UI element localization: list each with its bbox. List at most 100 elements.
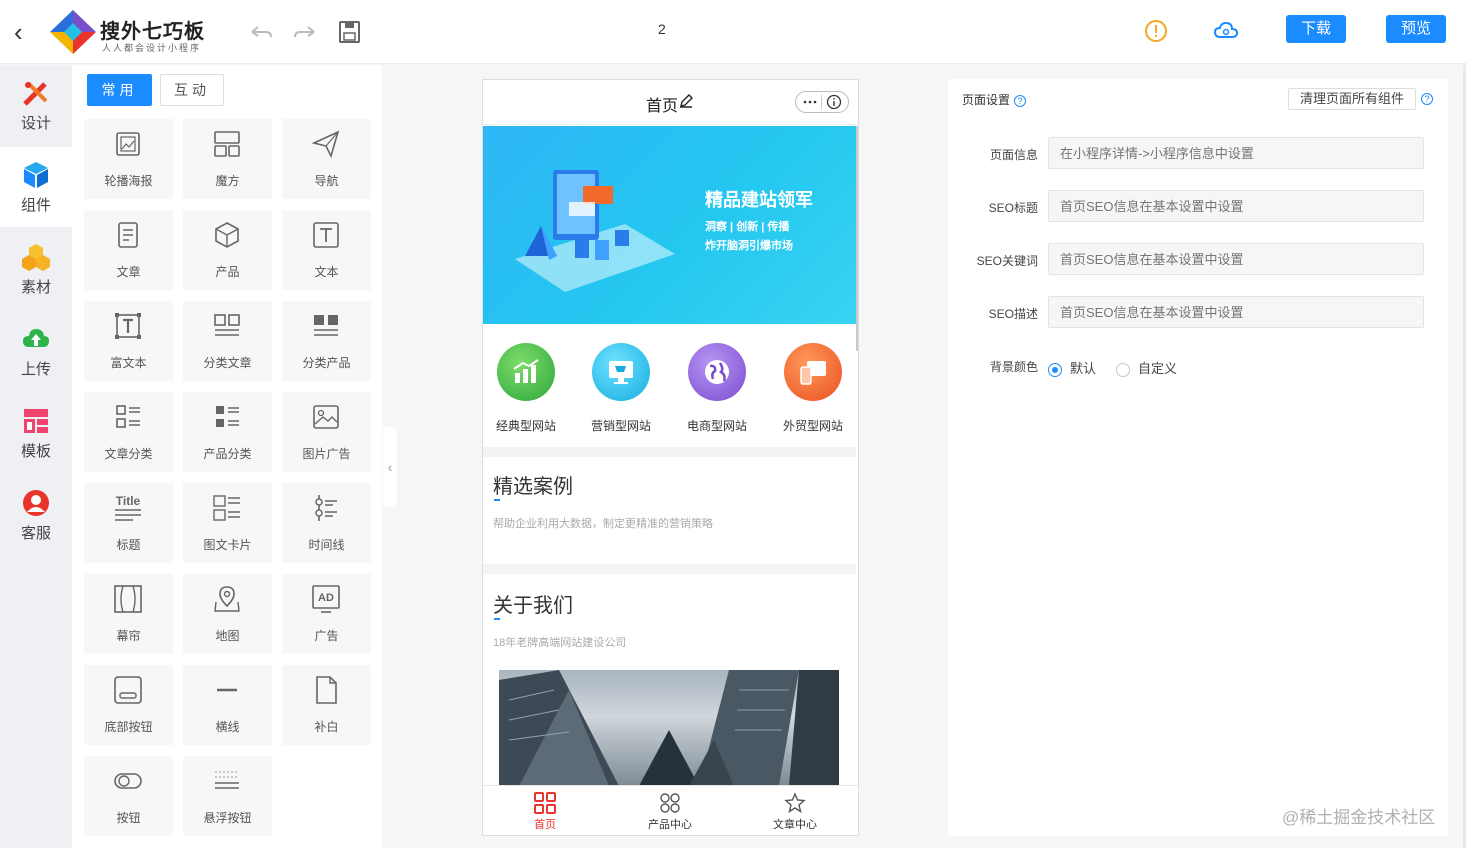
- seo-keywords-input[interactable]: [1048, 243, 1424, 275]
- component-image-text-card[interactable]: 图文卡片: [183, 483, 272, 563]
- warning-icon[interactable]: [1143, 18, 1169, 44]
- component-text[interactable]: 文本: [282, 210, 371, 290]
- page-info-input[interactable]: [1048, 137, 1424, 169]
- component-label: 产品分类: [203, 447, 252, 461]
- tab-home[interactable]: 首页: [505, 792, 585, 832]
- component-label: 底部按钮: [104, 720, 153, 734]
- component-category-product[interactable]: 分类产品: [282, 301, 371, 381]
- component-blank[interactable]: 补白: [282, 665, 371, 745]
- clear-all-components-button[interactable]: 清理页面所有组件: [1288, 88, 1416, 110]
- mini-program-capsule[interactable]: [795, 91, 849, 113]
- nav-label: 素材: [20, 279, 51, 296]
- rich-text-icon: [115, 313, 141, 339]
- component-cube[interactable]: 魔方: [183, 119, 272, 199]
- curtain-icon: [114, 585, 142, 613]
- component-label: 分类产品: [302, 356, 351, 370]
- banner-carousel[interactable]: 精品建站领军 洞察 | 创新 | 传播 炸开脑洞引爆市场: [483, 126, 856, 324]
- component-ad[interactable]: AD 广告: [282, 574, 371, 654]
- section-subtitle-about: 18年老牌高端网站建设公司: [493, 637, 627, 649]
- tab-interactive[interactable]: 互动: [160, 74, 224, 106]
- nav-item-upload[interactable]: 上传: [0, 311, 72, 391]
- tab-label: 产品中心: [648, 819, 692, 831]
- nav-item-component[interactable]: 组件: [0, 147, 72, 227]
- edit-icon[interactable]: [679, 94, 693, 108]
- component-toggle-button[interactable]: 按钮: [84, 756, 173, 836]
- nav-item-service[interactable]: 客服: [0, 475, 72, 555]
- component-category-article[interactable]: 分类文章: [183, 301, 272, 381]
- site-type-label: 营销型网站: [590, 419, 651, 433]
- component-curtain[interactable]: 幕帘: [84, 574, 173, 654]
- field-label: SEO标题: [988, 201, 1038, 215]
- component-title[interactable]: Title 标题: [84, 483, 173, 563]
- site-type-label: 电商型网站: [686, 419, 747, 433]
- brand-title: 搜外七巧板: [100, 21, 205, 43]
- nav-item-design[interactable]: 设计: [0, 65, 72, 145]
- component-floating-button[interactable]: 悬浮按钮: [183, 756, 272, 836]
- component-label: 悬浮按钮: [203, 811, 252, 825]
- component-article-category[interactable]: 文章分类: [84, 392, 173, 472]
- component-label: 图文卡片: [203, 538, 252, 552]
- navigation-icon: [311, 130, 340, 159]
- back-icon[interactable]: ‹: [14, 18, 38, 46]
- banner-line-1: 洞察 | 创新 | 传播: [705, 221, 790, 233]
- component-product-category[interactable]: 产品分类: [183, 392, 272, 472]
- site-type-classic[interactable]: 经典型网站: [486, 343, 566, 434]
- collapse-panel-handle[interactable]: ‹: [383, 427, 397, 507]
- bg-radio-default[interactable]: 默认: [1048, 358, 1096, 377]
- redo-icon[interactable]: [292, 20, 318, 44]
- component-map[interactable]: 地图: [183, 574, 272, 654]
- product-icon: [215, 222, 239, 248]
- component-carousel[interactable]: 轮播海报: [84, 119, 173, 199]
- bg-radio-custom[interactable]: 自定义: [1116, 358, 1177, 377]
- seo-description-input[interactable]: [1048, 296, 1424, 328]
- brand-subtitle: 人人都会设计小程序: [102, 43, 202, 53]
- tab-common[interactable]: 常用: [87, 74, 152, 106]
- help-icon[interactable]: ?: [1014, 94, 1027, 107]
- banner-line-2: 炸开脑洞引爆市场: [705, 240, 793, 252]
- product-center-icon: [660, 793, 680, 813]
- save-icon[interactable]: [337, 20, 363, 44]
- page-number: 2: [658, 21, 666, 37]
- undo-icon[interactable]: [248, 20, 274, 44]
- banner-illustration: [515, 170, 675, 292]
- horizontal-line-icon: [217, 688, 237, 692]
- component-navigation[interactable]: 导航: [282, 119, 371, 199]
- info-icon: [826, 94, 842, 110]
- phone-scrollbar[interactable]: [856, 126, 858, 351]
- site-type-marketing[interactable]: 营销型网站: [581, 343, 661, 434]
- tab-product-center[interactable]: 产品中心: [630, 792, 710, 832]
- component-label: 补白: [314, 720, 339, 734]
- nav-item-material[interactable]: 素材: [0, 229, 72, 309]
- tab-article-center[interactable]: 文章中心: [755, 792, 835, 832]
- nav-item-template[interactable]: 模板: [0, 393, 72, 473]
- download-button[interactable]: 下载: [1286, 15, 1346, 43]
- component-timeline[interactable]: 时间线: [282, 483, 371, 563]
- tab-label: 文章中心: [773, 819, 817, 831]
- preview-button[interactable]: 预览: [1386, 15, 1446, 43]
- component-label: 文章分类: [104, 447, 153, 461]
- component-label: 广告: [314, 629, 339, 643]
- article-category-icon: [116, 405, 140, 428]
- cloud-icon[interactable]: [1213, 18, 1239, 44]
- nav-label: 客服: [20, 525, 51, 542]
- seo-title-input[interactable]: [1048, 190, 1424, 222]
- component-product[interactable]: 产品: [183, 210, 272, 290]
- radio-label: 自定义: [1138, 361, 1178, 376]
- component-horizontal-line[interactable]: 横线: [183, 665, 272, 745]
- component-label: 时间线: [308, 538, 345, 552]
- component-label: 魔方: [215, 174, 240, 188]
- site-type-foreign-trade[interactable]: 外贸型网站: [773, 343, 853, 434]
- help-icon[interactable]: ?: [1421, 93, 1433, 105]
- component-bottom-button[interactable]: 底部按钮: [84, 665, 173, 745]
- site-type-ecommerce[interactable]: 电商型网站: [677, 343, 757, 434]
- about-building-image: [499, 670, 839, 786]
- design-icon: [23, 81, 48, 106]
- section-underline: [494, 618, 500, 620]
- component-article[interactable]: 文章: [84, 210, 173, 290]
- component-rich-text[interactable]: 富文本: [84, 301, 173, 381]
- component-image-ad[interactable]: 图片广告: [282, 392, 371, 472]
- upload-icon: [23, 329, 49, 347]
- home-grid-icon: [534, 792, 556, 814]
- component-label: 导航: [314, 174, 339, 188]
- component-label: 轮播海报: [104, 174, 153, 188]
